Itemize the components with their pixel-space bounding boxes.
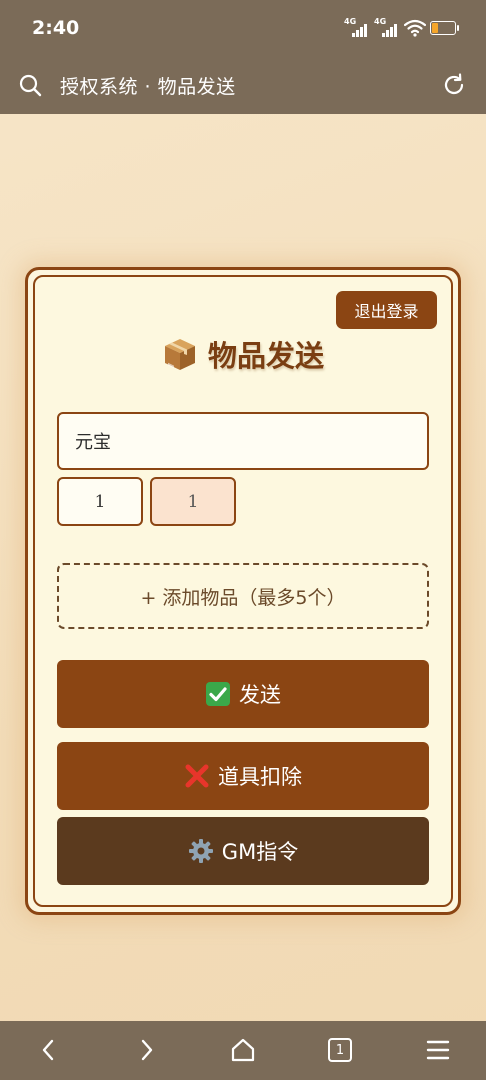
item-name-input[interactable]: 元宝 <box>57 412 429 470</box>
tabs-icon[interactable]: 1 <box>328 1038 352 1062</box>
signal-icon: 4G <box>344 17 370 39</box>
search-icon[interactable] <box>18 73 42 97</box>
cross-mark-icon <box>185 764 209 788</box>
item-count-input[interactable]: 1 <box>150 477 236 526</box>
page-url-title[interactable]: 授权系统 · 物品发送 <box>60 72 236 99</box>
reload-icon[interactable] <box>442 73 466 97</box>
send-button-label: 发送 <box>239 683 281 707</box>
package-icon <box>164 339 195 370</box>
home-icon[interactable] <box>230 1037 256 1063</box>
deduct-button-label: 道具扣除 <box>218 765 302 789</box>
deduct-item-button[interactable]: 道具扣除 <box>57 742 429 810</box>
back-icon[interactable] <box>36 1037 62 1063</box>
send-button[interactable]: 发送 <box>57 660 429 728</box>
signal-icon: 4G <box>374 17 400 39</box>
gm-command-button[interactable]: GM指令 <box>57 817 429 885</box>
status-icons: 4G 4G <box>344 16 459 40</box>
wifi-icon <box>404 19 426 37</box>
page-title-text: 物品发送 <box>207 339 324 373</box>
logout-button[interactable]: 退出登录 <box>336 291 437 329</box>
browser-address-bar[interactable]: 授权系统 · 物品发送 <box>0 56 486 114</box>
menu-icon[interactable] <box>425 1037 451 1063</box>
forward-icon[interactable] <box>133 1037 159 1063</box>
add-item-button[interactable]: + 添加物品（最多5个） <box>57 563 429 629</box>
check-mark-icon <box>206 682 230 706</box>
gm-button-label: GM指令 <box>221 840 299 864</box>
browser-bottom-nav: 1 <box>0 1021 486 1080</box>
item-quantity-input[interactable]: 1 <box>57 477 143 526</box>
page-title: 物品发送 <box>0 334 486 374</box>
gear-icon <box>188 839 213 863</box>
battery-level <box>432 23 438 33</box>
battery-icon <box>430 21 459 35</box>
status-time: 2:40 <box>32 17 80 39</box>
status-bar: 2:40 4G 4G <box>0 0 486 56</box>
